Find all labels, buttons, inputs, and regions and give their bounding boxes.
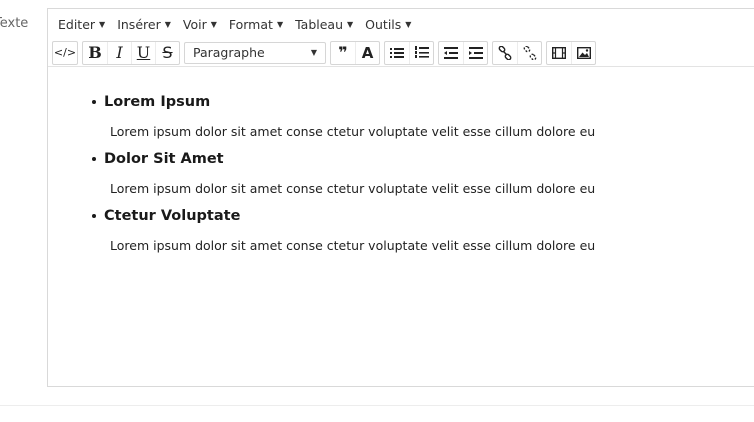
menu-label: Editer bbox=[58, 16, 96, 32]
unlink-icon[interactable] bbox=[517, 41, 541, 64]
bullet-icon bbox=[92, 100, 96, 104]
rich-text-editor[interactable]: Editer ▼ Insérer ▼ Voir ▼ Format ▼ Table… bbox=[47, 8, 754, 387]
link-icon[interactable] bbox=[493, 42, 517, 64]
menu-label: Voir bbox=[182, 16, 207, 32]
bullet-icon bbox=[92, 214, 96, 218]
caret-down-icon: ▼ bbox=[347, 19, 354, 29]
editor-menubar: Editer ▼ Insérer ▼ Voir ▼ Format ▼ Table… bbox=[48, 9, 754, 39]
text-style-group: B I U S bbox=[82, 40, 180, 65]
divider bbox=[0, 405, 754, 406]
bullet-list-svg bbox=[390, 47, 404, 58]
menu-voir[interactable]: Voir ▼ bbox=[177, 17, 223, 32]
bold-icon[interactable]: B bbox=[83, 42, 107, 64]
caret-down-icon: ▼ bbox=[210, 19, 217, 29]
field-label: Texte bbox=[0, 16, 29, 31]
code-group: </> bbox=[52, 40, 78, 65]
menu-format[interactable]: Format ▼ bbox=[223, 17, 289, 32]
menu-editer[interactable]: Editer ▼ bbox=[52, 17, 111, 32]
item-title: Dolor Sit Amet bbox=[92, 148, 754, 170]
item-title-text: Ctetur Voluptate bbox=[104, 208, 241, 224]
bullet-list-icon[interactable] bbox=[385, 42, 409, 64]
menu-label: Outils bbox=[365, 16, 402, 32]
caret-down-icon: ▼ bbox=[405, 19, 412, 29]
italic-icon[interactable]: I bbox=[107, 41, 131, 64]
indent-group bbox=[438, 40, 488, 65]
menu-tableau[interactable]: Tableau ▼ bbox=[289, 17, 359, 32]
link-svg bbox=[498, 45, 512, 60]
link-group bbox=[492, 40, 542, 65]
editor-content[interactable]: Lorem Ipsum Lorem ipsum dolor sit amet c… bbox=[48, 67, 754, 256]
menu-label: Insérer bbox=[117, 16, 161, 32]
content-list: Lorem Ipsum Lorem ipsum dolor sit amet c… bbox=[92, 91, 754, 256]
list-item: Dolor Sit Amet Lorem ipsum dolor sit ame… bbox=[92, 148, 754, 199]
indent-svg bbox=[468, 46, 483, 59]
item-title-text: Dolor Sit Amet bbox=[104, 151, 224, 167]
caret-down-icon: ▼ bbox=[164, 19, 171, 29]
item-description: Lorem ipsum dolor sit amet conse ctetur … bbox=[110, 238, 596, 253]
quote-color-group: ❞ A bbox=[330, 40, 380, 65]
menu-outils[interactable]: Outils ▼ bbox=[359, 17, 417, 32]
strikethrough-icon[interactable]: S bbox=[155, 41, 179, 64]
item-description: Lorem ipsum dolor sit amet conse ctetur … bbox=[110, 124, 596, 139]
item-title: Ctetur Voluptate bbox=[92, 205, 754, 227]
list-item: Lorem Ipsum Lorem ipsum dolor sit amet c… bbox=[92, 91, 754, 142]
format-select[interactable]: Paragraphe ▼ bbox=[184, 41, 326, 64]
menu-label: Tableau bbox=[295, 16, 344, 32]
media-group bbox=[546, 40, 596, 65]
caret-down-icon: ▼ bbox=[310, 48, 317, 57]
media-svg bbox=[552, 46, 566, 59]
outdent-svg bbox=[444, 46, 458, 59]
caret-down-icon: ▼ bbox=[99, 19, 106, 29]
indent-icon[interactable] bbox=[463, 41, 487, 64]
list-item: Ctetur Voluptate Lorem ipsum dolor sit a… bbox=[92, 205, 754, 256]
menu-inserer[interactable]: Insérer ▼ bbox=[111, 17, 177, 32]
item-title-text: Lorem Ipsum bbox=[104, 94, 211, 110]
outdent-icon[interactable] bbox=[439, 42, 463, 64]
menu-label: Format bbox=[228, 16, 273, 32]
image-icon[interactable] bbox=[571, 41, 595, 64]
blockquote-icon[interactable]: ❞ bbox=[331, 42, 355, 64]
format-select-value: Paragraphe bbox=[193, 45, 265, 60]
numbered-list-svg bbox=[414, 46, 429, 58]
media-icon[interactable] bbox=[547, 42, 571, 64]
bullet-icon bbox=[92, 157, 96, 161]
source-code-icon[interactable]: </> bbox=[53, 42, 77, 64]
caret-down-icon: ▼ bbox=[276, 19, 284, 29]
numbered-list-icon[interactable] bbox=[409, 41, 433, 64]
list-group bbox=[384, 40, 434, 65]
underline-icon[interactable]: U bbox=[131, 41, 155, 64]
unlink-svg bbox=[523, 45, 536, 60]
text-color-icon[interactable]: A bbox=[355, 41, 379, 64]
editor-toolbar: </> B I U S Paragraphe ▼ ❞ A bbox=[48, 39, 754, 67]
item-description: Lorem ipsum dolor sit amet conse ctetur … bbox=[110, 181, 596, 196]
item-title: Lorem Ipsum bbox=[92, 91, 754, 113]
image-svg bbox=[576, 46, 591, 59]
